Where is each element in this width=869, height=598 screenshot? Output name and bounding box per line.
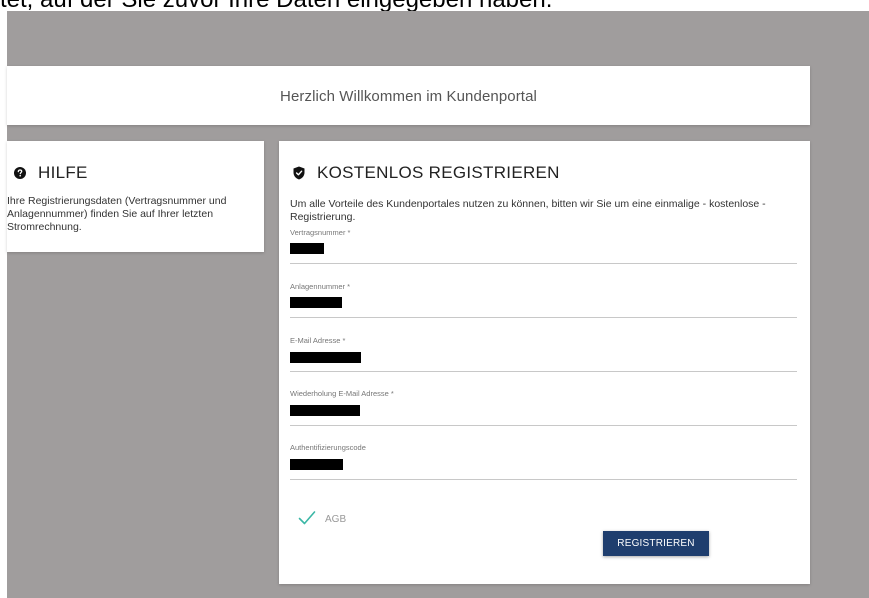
email-repeat-field[interactable]: Wiederholung E-Mail Adresse * (290, 389, 797, 426)
vertragsnummer-underline (290, 263, 797, 264)
welcome-card: Herzlich Willkommen im Kundenportal (7, 66, 810, 125)
email-repeat-label: Wiederholung E-Mail Adresse * (290, 389, 394, 398)
registration-heading-label: KOSTENLOS REGISTRIEREN (317, 163, 560, 182)
vertragsnummer-value-redacted (290, 243, 324, 254)
vertragsnummer-field[interactable]: Vertragsnummer * (290, 228, 797, 264)
welcome-title: Herzlich Willkommen im Kundenportal (280, 88, 537, 105)
email-repeat-value-redacted (290, 405, 360, 416)
vertragsnummer-label: Vertragsnummer * (290, 228, 351, 237)
help-heading-label: HILFE (38, 163, 88, 182)
email-value-redacted (290, 352, 361, 363)
help-text: Ihre Registrierungsdaten (Vertragsnummer… (7, 195, 227, 233)
anlagennummer-label: Anlagennummer * (290, 282, 351, 291)
anlagennummer-underline (290, 317, 797, 318)
question-circle-icon (14, 167, 26, 179)
register-button[interactable]: REGISTRIEREN (603, 531, 709, 556)
anlagennummer-field[interactable]: Anlagennummer * (290, 282, 797, 318)
authentication-code-label: Authentifizierungscode (290, 443, 366, 452)
shield-icon (293, 166, 305, 180)
authentication-code-underline (290, 479, 797, 480)
anlagennummer-value-redacted (290, 297, 342, 308)
authentication-code-field[interactable]: Authentifizierungscode (290, 443, 797, 480)
check-icon[interactable] (298, 510, 316, 526)
authentication-code-value-redacted (290, 459, 343, 470)
email-label: E-Mail Adresse * (290, 336, 346, 345)
email-underline (290, 371, 797, 372)
agb-label[interactable]: AGB (325, 514, 346, 525)
registration-heading: KOSTENLOS REGISTRIEREN (293, 163, 560, 183)
email-field[interactable]: E-Mail Adresse * (290, 336, 797, 372)
email-repeat-underline (290, 425, 797, 426)
registration-intro: Um alle Vorteile des Kundenportales nutz… (290, 198, 766, 223)
help-heading: HILFE (14, 163, 88, 183)
